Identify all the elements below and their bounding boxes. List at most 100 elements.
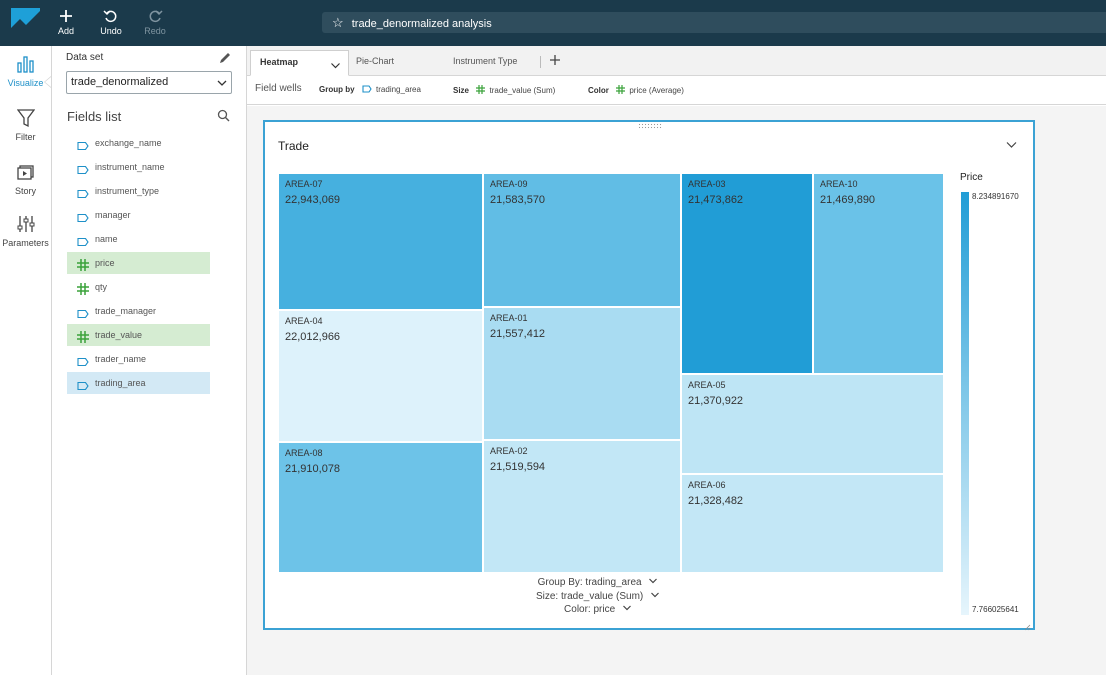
bar-chart-icon xyxy=(0,54,51,78)
analysis-title: trade_denormalized analysis xyxy=(351,18,492,30)
dimension-tag-icon xyxy=(77,305,89,319)
field-item-trade-value[interactable]: trade_value xyxy=(67,324,210,346)
well-color[interactable]: Color price (Average) xyxy=(588,85,684,96)
cell-label: AREA-07 xyxy=(285,179,323,189)
sliders-icon xyxy=(0,214,51,238)
undo-icon xyxy=(89,6,133,26)
analysis-title-field[interactable]: ☆ trade_denormalized analysis xyxy=(322,12,1106,33)
resize-grip-icon[interactable] xyxy=(1023,618,1031,631)
cell-label: AREA-08 xyxy=(285,448,323,458)
dimension-tag-icon xyxy=(77,161,89,175)
measure-hash-icon xyxy=(476,85,486,96)
cell-label: AREA-09 xyxy=(490,179,528,189)
dimension-tag-icon xyxy=(77,377,89,391)
color-axis[interactable]: Color: price xyxy=(265,603,931,616)
treemap-cell-area-05[interactable]: AREA-05 21,370,922 xyxy=(682,375,943,473)
cell-value: 22,943,069 xyxy=(285,194,341,206)
field-item-name[interactable]: name xyxy=(67,228,210,250)
cell-label: AREA-05 xyxy=(688,380,726,390)
dimension-tag-icon xyxy=(362,85,372,95)
tab-label: Heatmap xyxy=(260,57,299,67)
field-item-exchange-name[interactable]: exchange_name xyxy=(67,132,210,154)
rail-parameters-label: Parameters xyxy=(2,238,49,248)
search-icon[interactable] xyxy=(217,109,230,122)
add-label: Add xyxy=(57,26,74,36)
fields-list-title: Fields list xyxy=(67,109,122,124)
cell-value: 21,583,570 xyxy=(490,194,546,206)
cell-label: AREA-10 xyxy=(820,179,858,189)
treemap-cell-area-01[interactable]: AREA-01 21,557,412 xyxy=(484,308,680,439)
group-by-axis-label: Group By: trading_area xyxy=(537,577,642,588)
cell-label: AREA-04 xyxy=(285,316,323,326)
tab-instrument-type[interactable]: Instrument Type xyxy=(444,50,540,76)
add-button[interactable]: Add xyxy=(44,6,88,42)
tab-label: Instrument Type xyxy=(453,56,518,66)
cell-label: AREA-06 xyxy=(688,480,726,490)
undo-button[interactable]: Undo xyxy=(89,6,133,42)
tab-heatmap[interactable]: Heatmap xyxy=(250,50,349,76)
well-group-by[interactable]: Group by trading_area xyxy=(319,85,421,95)
measure-hash-icon xyxy=(77,281,89,295)
field-item-trader-name[interactable]: trader_name xyxy=(67,348,210,370)
treemap-cell-area-02[interactable]: AREA-02 21,519,594 xyxy=(484,441,680,572)
cell-value: 22,012,966 xyxy=(285,331,341,343)
well-size-value: trade_value (Sum) xyxy=(489,86,556,95)
field-label: instrument_name xyxy=(95,162,165,172)
heatmap-visual[interactable]: Trade AREA-07 22,943,069 AREA-04 22,012,966… xyxy=(263,120,1035,631)
field-item-price[interactable]: price xyxy=(67,252,210,274)
cell-label: AREA-02 xyxy=(490,446,528,456)
size-axis[interactable]: Size: trade_value (Sum) xyxy=(265,590,931,603)
well-size[interactable]: Size trade_value (Sum) xyxy=(453,85,555,96)
tab-label: Pie-Chart xyxy=(356,56,395,66)
cell-value: 21,473,862 xyxy=(688,194,744,206)
field-wells-bar[interactable]: Field wells Group by trading_area Size t… xyxy=(247,76,1106,105)
treemap-cell-area-06[interactable]: AREA-06 21,328,482 xyxy=(682,475,943,572)
visual-title: Trade xyxy=(278,139,309,153)
treemap-cell-area-09[interactable]: AREA-09 21,583,570 xyxy=(484,174,680,306)
dataset-label: Data set xyxy=(66,52,104,63)
visual-tabs-bar: Heatmap Pie-Chart Instrument Type xyxy=(247,46,1106,76)
field-label: exchange_name xyxy=(95,138,162,148)
cell-value: 21,370,922 xyxy=(688,395,744,407)
plus-icon xyxy=(44,6,88,26)
add-tab-plus-icon[interactable] xyxy=(548,53,562,67)
field-item-trading-area[interactable]: trading_area xyxy=(67,372,210,394)
app-logo[interactable] xyxy=(11,8,40,36)
measure-hash-icon xyxy=(77,257,89,271)
field-item-trade-manager[interactable]: trade_manager xyxy=(67,300,210,322)
pencil-icon[interactable] xyxy=(218,51,232,65)
chevron-down-icon[interactable] xyxy=(622,603,632,616)
field-item-qty[interactable]: qty xyxy=(67,276,210,298)
dataset-select-value: trade_denormalized xyxy=(71,76,169,88)
star-icon[interactable]: ☆ xyxy=(332,15,344,30)
tab-pie-chart[interactable]: Pie-Chart xyxy=(347,50,443,76)
chevron-down-icon[interactable] xyxy=(650,590,660,603)
chevron-down-icon[interactable] xyxy=(1005,138,1018,156)
dataset-select[interactable]: trade_denormalized xyxy=(66,71,232,94)
rail-story-label: Story xyxy=(14,186,36,196)
quicksight-logo-icon xyxy=(11,11,40,36)
dimension-tag-icon xyxy=(77,137,89,151)
field-item-manager[interactable]: manager xyxy=(67,204,210,226)
field-label: qty xyxy=(95,282,108,292)
chevron-down-icon[interactable] xyxy=(648,576,658,589)
tab-divider xyxy=(540,56,541,68)
field-item-instrument-type[interactable]: instrument_type xyxy=(67,180,210,202)
rail-item-filter[interactable]: Filter xyxy=(0,108,51,142)
rail-item-parameters[interactable]: Parameters xyxy=(0,214,51,248)
cell-value: 21,328,482 xyxy=(688,495,744,507)
cell-value: 21,557,412 xyxy=(490,328,546,340)
treemap-cell-area-10[interactable]: AREA-10 21,469,890 xyxy=(814,174,943,373)
treemap-cell-area-04[interactable]: AREA-04 22,012,966 xyxy=(279,311,482,441)
treemap-cell-area-03[interactable]: AREA-03 21,473,862 xyxy=(682,174,812,373)
treemap-cell-area-07[interactable]: AREA-07 22,943,069 xyxy=(279,174,482,309)
redo-button[interactable]: Redo xyxy=(133,6,177,42)
group-by-axis[interactable]: Group By: trading_area xyxy=(265,576,931,589)
rail-item-story[interactable]: Story xyxy=(0,162,51,196)
treemap-cell-area-08[interactable]: AREA-08 21,910,078 xyxy=(279,443,482,572)
field-item-instrument-name[interactable]: instrument_name xyxy=(67,156,210,178)
chevron-down-icon xyxy=(216,76,228,97)
drag-handle[interactable] xyxy=(638,123,662,129)
measure-hash-icon xyxy=(77,329,89,343)
dimension-tag-icon xyxy=(77,185,89,199)
